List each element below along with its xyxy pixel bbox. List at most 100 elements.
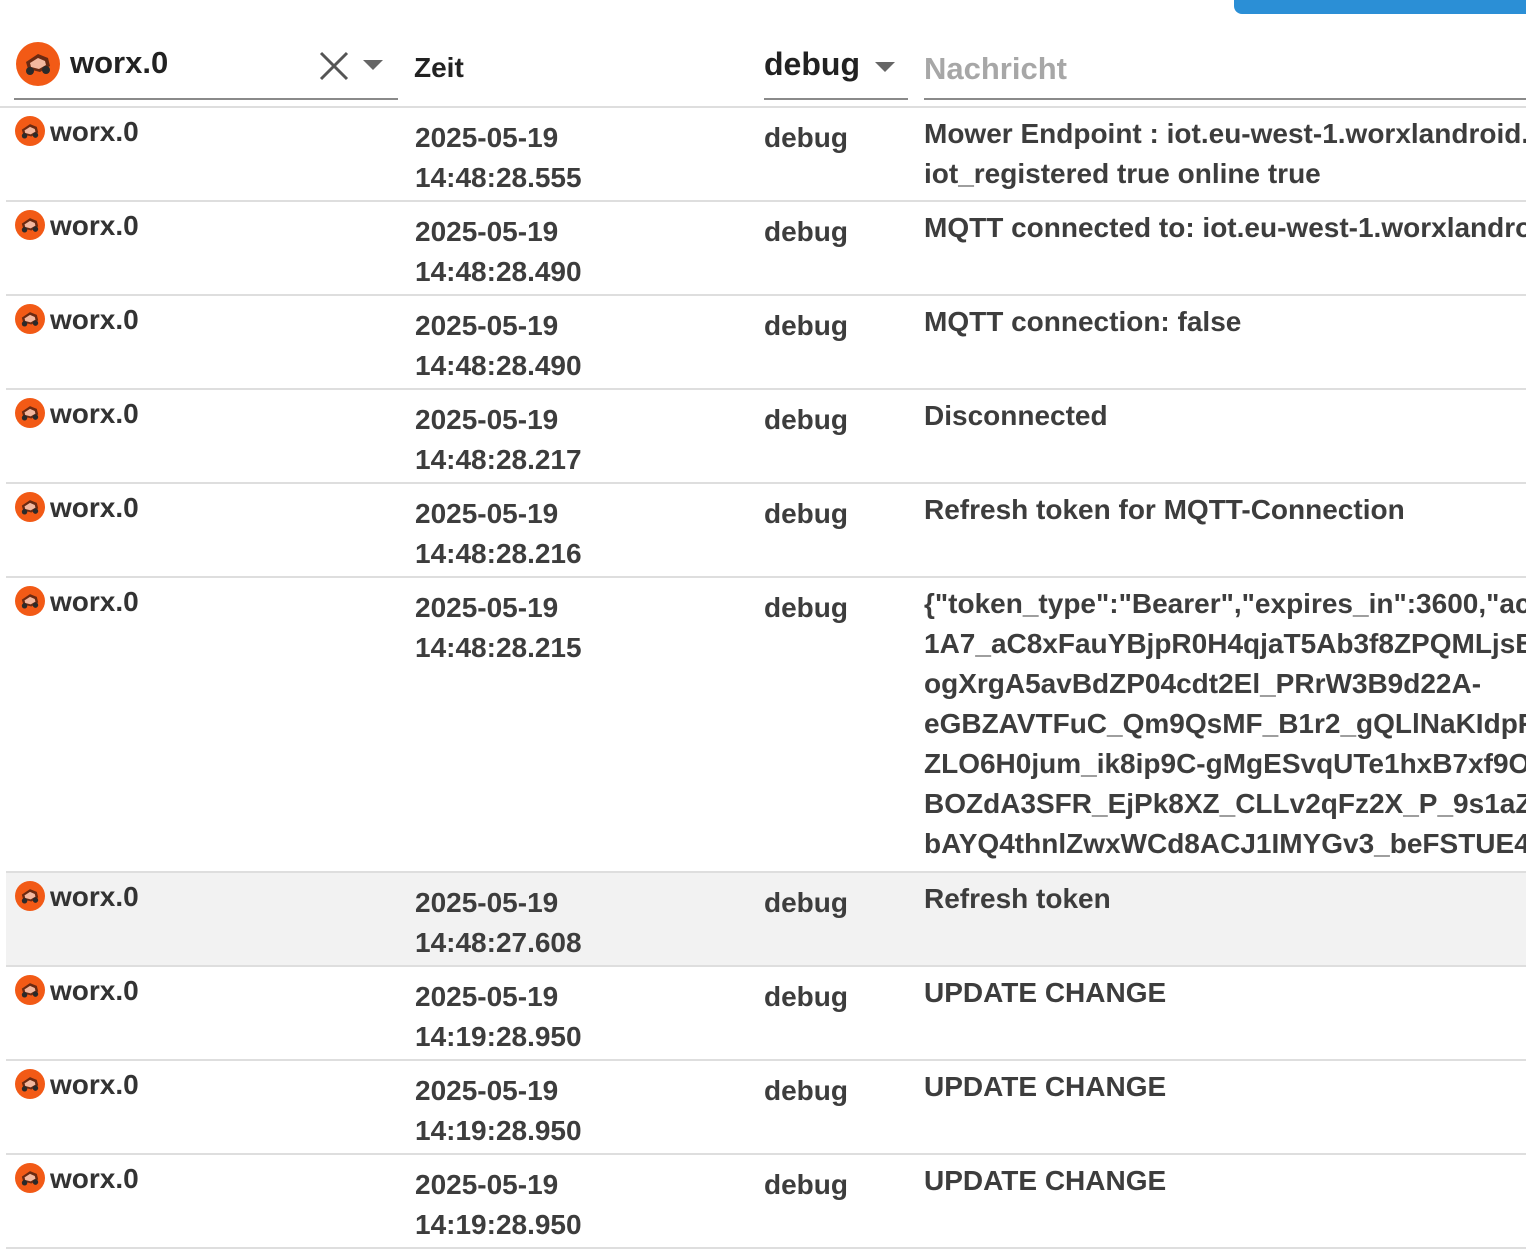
log-adapter: worx.0 <box>50 492 139 523</box>
log-timestamp: 2025-05-19 14:48:28.215 <box>415 588 745 668</box>
close-icon[interactable] <box>316 48 352 84</box>
log-date: 2025-05-19 <box>415 1169 559 1200</box>
log-message: Refresh token for MQTT-Connection <box>924 490 1526 530</box>
time-column-header: Zeit <box>414 52 464 83</box>
message-filter-input[interactable] <box>924 40 1526 100</box>
level-filter-select[interactable]: debug <box>764 40 908 100</box>
top-action-button-edge[interactable] <box>1234 0 1526 14</box>
level-filter-value: debug <box>764 46 860 82</box>
worx-mower-icon <box>15 881 45 911</box>
log-message: UPDATE CHANGE <box>924 1161 1526 1201</box>
log-message-line: eGBZAVTFuC_Qm9QsMF_B1r2_gQLlNaKIdpFCI <box>924 708 1526 739</box>
log-message-line: {"token_type":"Bearer","expires_in":3600… <box>924 588 1526 619</box>
log-filter-header: worx.0 Zeit debug <box>0 30 1526 108</box>
log-level: debug <box>764 592 848 623</box>
log-date: 2025-05-19 <box>415 887 559 918</box>
log-timestamp: 2025-05-19 14:19:28.950 <box>415 1165 745 1245</box>
log-adapter: worx.0 <box>50 1163 139 1194</box>
log-level: debug <box>764 310 848 341</box>
worx-mower-icon <box>15 116 45 146</box>
log-row[interactable]: worx.0 2025-05-19 14:48:28.555 debug Mower E… <box>6 108 1526 202</box>
worx-mower-icon <box>15 975 45 1005</box>
log-time: 14:19:28.950 <box>415 1209 582 1240</box>
log-level: debug <box>764 122 848 153</box>
log-adapter: worx.0 <box>50 210 139 241</box>
log-row[interactable]: worx.0 2025-05-19 14:48:27.608 debug Refresh… <box>6 873 1526 967</box>
log-adapter: worx.0 <box>50 881 139 912</box>
log-adapter: worx.0 <box>50 398 139 429</box>
log-message-line: Refresh token <box>924 883 1111 914</box>
log-row[interactable]: worx.0 2025-05-19 14:19:28.950 debug UPDATE … <box>6 1155 1526 1249</box>
adapter-filter-value: worx.0 <box>70 45 169 80</box>
log-row[interactable]: worx.0 2025-05-19 14:48:28.216 debug Refresh… <box>6 484 1526 578</box>
worx-mower-icon <box>15 1163 45 1193</box>
log-message: UPDATE CHANGE <box>924 1067 1526 1107</box>
log-message-line: iot_registered true online true <box>924 158 1321 189</box>
log-time: 14:48:28.215 <box>415 632 582 663</box>
log-adapter: worx.0 <box>50 304 139 335</box>
log-message: Mower Endpoint : iot.eu-west-1.worxlandr… <box>924 114 1526 194</box>
log-message: Refresh token <box>924 879 1526 919</box>
log-date: 2025-05-19 <box>415 981 559 1012</box>
log-level: debug <box>764 887 848 918</box>
log-date: 2025-05-19 <box>415 592 559 623</box>
log-row[interactable]: worx.0 2025-05-19 14:19:28.950 debug UPDATE … <box>6 967 1526 1061</box>
worx-mower-icon <box>15 492 45 522</box>
log-message-line: UPDATE CHANGE <box>924 977 1167 1008</box>
log-timestamp: 2025-05-19 14:48:28.216 <box>415 494 745 574</box>
log-date: 2025-05-19 <box>415 498 559 529</box>
log-timestamp: 2025-05-19 14:19:28.950 <box>415 1071 745 1151</box>
log-timestamp: 2025-05-19 14:19:28.950 <box>415 977 745 1057</box>
log-message: MQTT connected to: iot.eu-west-1.worxlan… <box>924 208 1526 248</box>
log-time: 14:48:27.608 <box>415 927 582 958</box>
log-message-line: Mower Endpoint : iot.eu-west-1.worxlandr… <box>924 118 1526 149</box>
log-message-line: 1A7_aC8xFauYBjpR0H4qjaT5Ab3f8ZPQMLjsBY <box>924 628 1526 659</box>
log-row[interactable]: worx.0 2025-05-19 14:48:28.490 debug MQTT co… <box>6 296 1526 390</box>
worx-mower-icon <box>15 398 45 428</box>
triangle-down-icon[interactable] <box>360 56 386 74</box>
log-timestamp: 2025-05-19 14:48:28.490 <box>415 212 745 292</box>
log-timestamp: 2025-05-19 14:48:28.217 <box>415 400 745 480</box>
log-date: 2025-05-19 <box>415 1075 559 1106</box>
log-message-line: MQTT connected to: iot.eu-west-1.worxlan… <box>924 212 1526 243</box>
log-adapter: worx.0 <box>50 586 139 617</box>
log-level: debug <box>764 1169 848 1200</box>
log-message-line: bAYQ4thnlZwxWCd8ACJ1IMYGv3_beFSTUE4kV <box>924 828 1526 859</box>
worx-mower-icon <box>15 1069 45 1099</box>
triangle-down-icon <box>875 62 895 72</box>
log-message-line: UPDATE CHANGE <box>924 1165 1167 1196</box>
log-level: debug <box>764 216 848 247</box>
log-row[interactable]: worx.0 2025-05-19 14:48:28.490 debug MQTT co… <box>6 202 1526 296</box>
log-timestamp: 2025-05-19 14:48:28.490 <box>415 306 745 386</box>
log-message-line: ZLO6H0jum_ik8ip9C-gMgESvqUTe1hxB7xf9Ox <box>924 748 1526 779</box>
log-time: 14:48:28.555 <box>415 162 582 193</box>
worx-mower-icon <box>15 586 45 616</box>
log-message-line: ogXrgA5avBdZP04cdt2El_PRrW3B9d22A- <box>924 668 1482 699</box>
log-timestamp: 2025-05-19 14:48:28.555 <box>415 118 745 198</box>
log-message: MQTT connection: false <box>924 302 1526 342</box>
log-level: debug <box>764 981 848 1012</box>
log-message: UPDATE CHANGE <box>924 973 1526 1013</box>
log-time: 14:48:28.490 <box>415 256 582 287</box>
log-message-line: MQTT connection: false <box>924 306 1242 337</box>
log-level: debug <box>764 404 848 435</box>
log-timestamp: 2025-05-19 14:48:27.608 <box>415 883 745 963</box>
log-message-line: UPDATE CHANGE <box>924 1071 1167 1102</box>
log-adapter: worx.0 <box>50 1069 139 1100</box>
log-adapter: worx.0 <box>50 975 139 1006</box>
log-time: 14:48:28.217 <box>415 444 582 475</box>
log-time: 14:48:28.490 <box>415 350 582 381</box>
log-row[interactable]: worx.0 2025-05-19 14:48:28.215 debug {"token… <box>6 578 1526 873</box>
log-message-line: Disconnected <box>924 400 1108 431</box>
log-message-line: Refresh token for MQTT-Connection <box>924 494 1405 525</box>
log-row[interactable]: worx.0 2025-05-19 14:48:28.217 debug Disconn… <box>6 390 1526 484</box>
log-row[interactable]: worx.0 2025-05-19 14:19:28.950 debug UPDATE … <box>6 1061 1526 1155</box>
log-time: 14:48:28.216 <box>415 538 582 569</box>
log-level: debug <box>764 498 848 529</box>
worx-mower-icon <box>15 304 45 334</box>
log-message: Disconnected <box>924 396 1526 436</box>
adapter-filter-select[interactable]: worx.0 <box>14 40 398 100</box>
log-adapter: worx.0 <box>50 116 139 147</box>
log-message-line: BOZdA3SFR_EjPk8XZ_CLLv2qFz2X_P_9s1aZgd <box>924 788 1526 819</box>
log-date: 2025-05-19 <box>415 404 559 435</box>
